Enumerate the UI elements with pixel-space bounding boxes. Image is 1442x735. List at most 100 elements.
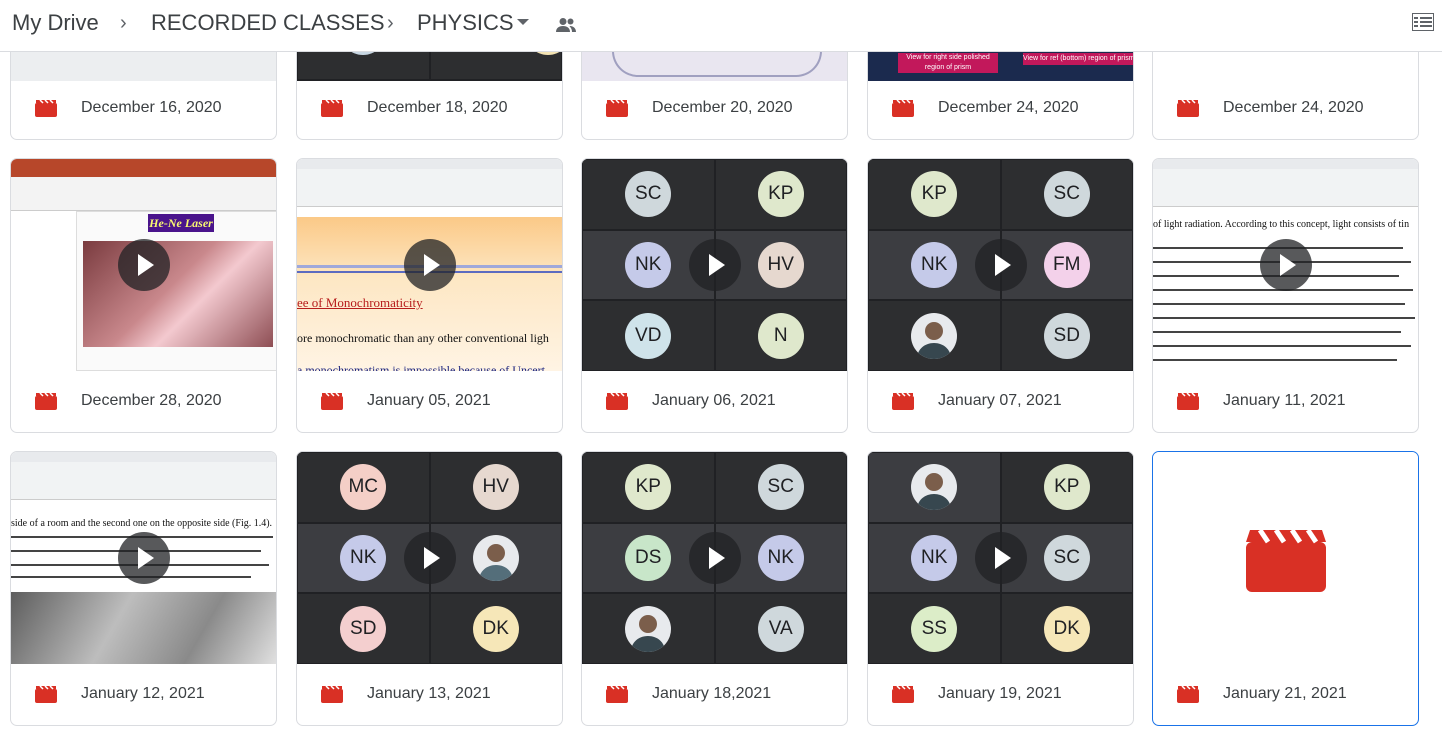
file-date: January 07, 2021: [938, 392, 1062, 409]
play-icon[interactable]: [974, 239, 1027, 291]
video-file-icon: [321, 99, 343, 117]
shared-people-icon[interactable]: [555, 17, 577, 33]
participant-tile: N: [714, 300, 847, 371]
play-icon[interactable]: [117, 532, 170, 584]
participant-tile: VA: [714, 593, 847, 664]
breadcrumb-separator: ›: [387, 12, 394, 34]
page-text: of light radiation. According to this co…: [1153, 219, 1410, 230]
play-icon[interactable]: [403, 239, 456, 291]
video-file-icon: [606, 685, 628, 703]
play-icon[interactable]: [974, 532, 1027, 584]
play-icon[interactable]: [1259, 239, 1312, 291]
participant-tile: MC: [297, 452, 430, 523]
avatar: KP: [911, 171, 958, 218]
breadcrumb-my-drive[interactable]: My Drive: [12, 10, 99, 36]
video-file-icon: [606, 392, 628, 410]
video-thumbnail: [1153, 452, 1418, 664]
video-thumbnail: MC HV NK SD DK: [297, 452, 562, 664]
avatar: VA: [757, 605, 804, 652]
slide-heading: ee of Monochromaticity: [297, 295, 423, 310]
file-footer: January 11, 2021: [1153, 372, 1418, 432]
video-thumbnail: of light radiation. According to this co…: [1153, 159, 1418, 371]
app-ribbon: [11, 452, 276, 500]
participant-tile: [582, 593, 715, 664]
video-thumbnail: He-Ne Laser: [11, 159, 276, 371]
chevron-down-icon[interactable]: [517, 19, 529, 25]
video-thumbnail: side of a room and the second one on the…: [11, 452, 276, 664]
video-thumbnail: KP SC DS NK VA: [582, 452, 847, 664]
file-footer: December 24, 2020: [868, 79, 1133, 139]
file-footer: January 13, 2021: [297, 665, 562, 725]
play-icon[interactable]: [688, 532, 741, 584]
participant-tile: HV: [429, 452, 562, 523]
avatar: HV: [472, 464, 519, 511]
banner-label: View for ref (bottom) region of prism: [1023, 53, 1133, 65]
avatar: N: [757, 312, 804, 359]
file-footer: December 16, 2020: [11, 79, 276, 139]
video-file-icon: [35, 99, 57, 117]
avatar: FM: [1043, 241, 1090, 288]
avatar: NK: [757, 534, 804, 581]
file-date: January 21, 2021: [1223, 685, 1347, 702]
file-date: January 06, 2021: [652, 392, 776, 409]
avatar: SD: [340, 605, 387, 652]
diagram-curve: [612, 51, 822, 77]
breadcrumb-physics[interactable]: PHYSICS: [417, 10, 514, 36]
video-file-icon: [1177, 685, 1199, 703]
play-icon[interactable]: [688, 239, 741, 291]
video-file-icon: [892, 392, 914, 410]
participant-tile: KP: [1000, 452, 1133, 523]
participant-tile: [868, 300, 1001, 371]
file-card[interactable]: KP SC DS NK VA January 18,2021: [581, 451, 848, 726]
participant-tile: KP: [714, 159, 847, 230]
avatar: KP: [1043, 464, 1090, 511]
file-date: January 11, 2021: [1223, 392, 1346, 409]
file-card[interactable]: MC HV NK SD DK January 13, 2021: [296, 451, 563, 726]
file-footer: December 28, 2020: [11, 372, 276, 432]
file-card[interactable]: KP SC NK FM SD January 07, 2021: [867, 158, 1134, 433]
avatar: SC: [625, 171, 672, 218]
file-date: January 18,2021: [652, 685, 772, 702]
video-file-icon: [35, 392, 57, 410]
video-thumbnail: SC KP NK HV VD N: [582, 159, 847, 371]
video-file-icon: [892, 685, 914, 703]
participant-photo: [625, 605, 672, 652]
participant-tile: DK: [429, 593, 562, 664]
participant-tile: SC: [1000, 159, 1133, 230]
breadcrumb-recorded-classes[interactable]: RECORDED CLASSES: [151, 10, 385, 36]
play-icon[interactable]: [403, 532, 456, 584]
file-card[interactable]: SC KP NK HV VD N January 06, 2021: [581, 158, 848, 433]
list-view-icon[interactable]: [1412, 13, 1434, 31]
file-footer: December 20, 2020: [582, 79, 847, 139]
file-card[interactable]: of light radiation. According to this co…: [1152, 158, 1419, 433]
file-date: December 20, 2020: [652, 99, 793, 116]
avatar: NK: [911, 241, 958, 288]
avatar: KP: [625, 464, 672, 511]
play-icon[interactable]: [117, 239, 170, 291]
avatar: SC: [1043, 171, 1090, 218]
app-ribbon: [297, 159, 562, 207]
file-date: January 19, 2021: [938, 685, 1062, 702]
avatar: NK: [340, 534, 387, 581]
video-file-icon: [892, 99, 914, 117]
participant-tile: SS: [868, 593, 1001, 664]
participant-tile: KP: [868, 159, 1001, 230]
participant-tile: DK: [1000, 593, 1133, 664]
participant-photo: [911, 464, 958, 511]
file-card-selected[interactable]: January 21, 2021: [1152, 451, 1419, 726]
file-footer: January 07, 2021: [868, 372, 1133, 432]
file-card[interactable]: ee of Monochromaticity ore monochromatic…: [296, 158, 563, 433]
file-card[interactable]: side of a room and the second one on the…: [10, 451, 277, 726]
avatar: HV: [757, 241, 804, 288]
video-file-icon: [1177, 99, 1199, 117]
video-thumbnail: KP SC NK FM SD: [868, 159, 1133, 371]
participant-tile: SD: [1000, 300, 1133, 371]
file-card[interactable]: He-Ne Laser December 28, 2020: [10, 158, 277, 433]
file-date: January 05, 2021: [367, 392, 491, 409]
avatar: NK: [625, 241, 672, 288]
file-footer: January 21, 2021: [1153, 665, 1418, 725]
laser-photo: [83, 241, 273, 347]
video-thumbnail: ee of Monochromaticity ore monochromatic…: [297, 159, 562, 371]
participant-tile: SD: [297, 593, 430, 664]
file-card[interactable]: KP NK SC SS DK January 19, 2021: [867, 451, 1134, 726]
